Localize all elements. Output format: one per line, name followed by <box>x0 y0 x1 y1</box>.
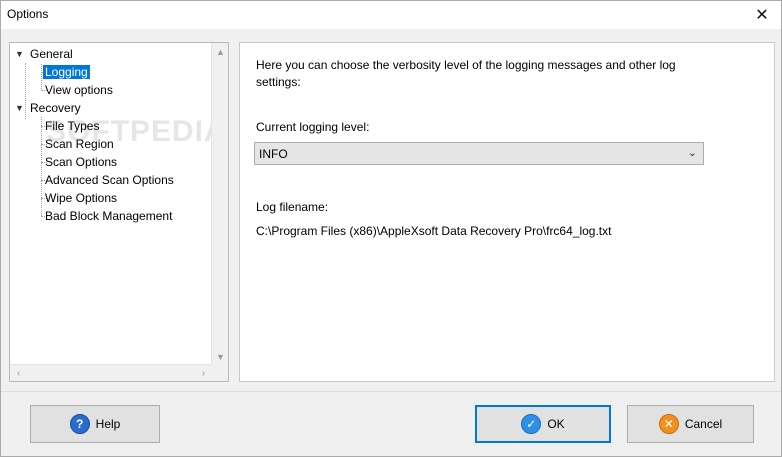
window-title: Options <box>7 7 49 21</box>
tree-item-scan-region[interactable]: Scan Region <box>43 135 116 153</box>
tree-item-wipe-options[interactable]: Wipe Options <box>43 189 119 207</box>
tree-vertical-scrollbar[interactable]: ▲ ▼ <box>211 43 228 365</box>
options-tree: SOFTPEDIA ▼ General Logging View options… <box>9 42 229 382</box>
logging-level-value: INFO <box>259 147 288 161</box>
tree-viewport: SOFTPEDIA ▼ General Logging View options… <box>10 43 212 365</box>
scroll-left-icon[interactable]: ‹ <box>10 365 27 382</box>
cancel-button-label: Cancel <box>684 417 723 431</box>
scroll-down-icon[interactable]: ▼ <box>212 348 229 365</box>
logging-level-select[interactable]: INFO ⌄ <box>254 142 704 165</box>
log-filename-label: Log filename: <box>256 200 329 214</box>
scroll-right-icon[interactable]: › <box>195 365 212 382</box>
ok-button[interactable]: ✓ OK <box>475 405 611 443</box>
scroll-up-icon[interactable]: ▲ <box>212 43 229 60</box>
button-bar-separator <box>1 391 781 392</box>
tree-horizontal-scrollbar[interactable]: ‹ › <box>10 364 212 381</box>
intro-text: Here you can choose the verbosity level … <box>256 58 676 89</box>
chevron-down-icon[interactable]: ▼ <box>15 99 25 117</box>
chevron-down-icon: ⌄ <box>687 147 697 159</box>
tree-item-general[interactable]: General <box>28 45 75 63</box>
tree-item-file-types[interactable]: File Types <box>43 117 101 135</box>
help-icon: ? <box>69 414 90 434</box>
log-filename-value: C:\Program Files (x86)\AppleXsoft Data R… <box>256 224 612 238</box>
title-bar: Options ✕ <box>1 1 781 29</box>
tree-item-recovery[interactable]: Recovery <box>28 99 83 117</box>
ok-button-label: OK <box>547 417 565 431</box>
help-button-label: Help <box>95 417 121 431</box>
scroll-corner <box>211 364 228 381</box>
tree-item-advanced-scan-options[interactable]: Advanced Scan Options <box>43 171 176 189</box>
tree-item-scan-options[interactable]: Scan Options <box>43 153 119 171</box>
help-button[interactable]: ? Help <box>30 405 160 443</box>
close-icon[interactable]: ✕ <box>753 6 771 24</box>
logging-settings-panel: Here you can choose the verbosity level … <box>239 42 775 382</box>
cancel-button[interactable]: ✕ Cancel <box>627 405 754 443</box>
check-icon: ✓ <box>521 414 542 434</box>
tree-item-logging[interactable]: Logging <box>43 63 90 81</box>
chevron-down-icon[interactable]: ▼ <box>15 45 25 63</box>
tree-item-bad-block-management[interactable]: Bad Block Management <box>43 207 174 225</box>
logging-level-label: Current logging level: <box>256 120 370 134</box>
cancel-icon: ✕ <box>658 414 679 434</box>
options-dialog: Options ✕ SOFTPEDIA ▼ General Logging Vi… <box>0 0 782 457</box>
tree-item-view-options[interactable]: View options <box>43 81 115 99</box>
